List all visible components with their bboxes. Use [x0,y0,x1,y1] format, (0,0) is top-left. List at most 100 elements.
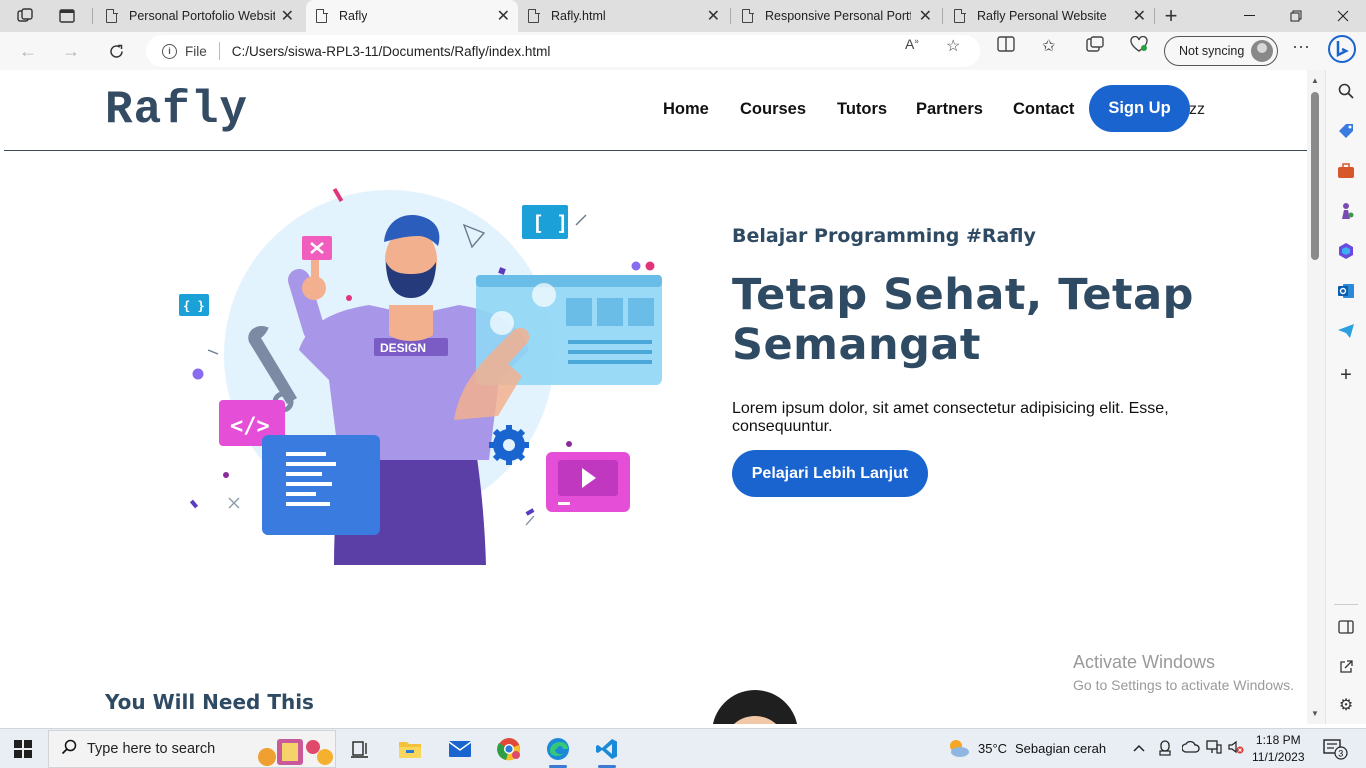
tab-title: Rafly.html [551,9,606,23]
workspaces-icon[interactable] [14,5,36,27]
favorites-icon[interactable]: ✩ [1042,36,1055,56]
close-tab-icon[interactable]: ✕ [919,6,932,26]
meet-now-icon[interactable] [1158,740,1172,759]
close-window-button[interactable] [1320,0,1366,32]
tab-separator [942,8,943,24]
page-icon [106,8,118,23]
shopping-tag-icon[interactable] [1335,120,1357,142]
tab-actions-icon[interactable] [56,5,78,27]
tab-rafly-personal-website[interactable]: Rafly Personal Website ✕ [944,0,1154,32]
browser-essentials-icon[interactable] [1130,35,1148,57]
bing-copilot-icon[interactable] [1328,34,1356,69]
network-icon[interactable] [1206,740,1222,757]
add-sidebar-app-icon[interactable]: + [1335,364,1357,386]
edge-icon[interactable] [543,734,573,768]
refresh-icon[interactable] [104,39,128,63]
settings-gear-icon[interactable]: ⚙ [1335,694,1357,716]
hide-sidebar-icon[interactable] [1335,616,1357,638]
back-icon[interactable]: ← [16,39,40,63]
weather-temperature[interactable]: 35°C [978,741,1007,756]
volume-muted-icon[interactable] [1228,740,1244,757]
taskbar-search-box[interactable]: Type here to search [48,730,336,768]
site-info-icon[interactable]: i [162,43,177,59]
nav-courses[interactable]: Courses [740,100,806,119]
search-icon[interactable] [1335,80,1357,102]
tab-title: Rafly [339,9,368,23]
vpn-cloud-icon[interactable] [1181,740,1200,757]
site-logo[interactable]: Rafly [105,84,248,136]
system-clock[interactable]: 1:18 PM 11/1/2023 [1252,732,1305,766]
open-external-icon[interactable] [1335,656,1357,678]
page-viewport: Rafly Home Courses Tutors Partners Conta… [4,70,1307,724]
tab-title: Personal Portofolio Website [129,9,275,23]
read-aloud-icon[interactable]: A» [905,36,919,52]
microsoft-365-icon[interactable] [1335,240,1357,262]
tab-title: Rafly Personal Website [977,9,1107,23]
split-screen-icon[interactable] [997,36,1015,57]
search-placeholder: Type here to search [87,741,216,757]
scrollbar-thumb[interactable] [1311,92,1319,260]
learn-more-button[interactable]: Pelajari Lebih Lanjut [732,450,928,497]
vscode-icon[interactable] [592,734,622,768]
close-tab-icon[interactable]: ✕ [281,6,294,26]
telegram-send-icon[interactable] [1335,320,1357,342]
developer-illustration: [ ] { } </> DESIGN [179,187,662,565]
scroll-up-icon[interactable]: ▲ [1311,76,1319,85]
chrome-icon[interactable] [494,734,524,764]
start-windows-icon[interactable] [14,740,32,758]
close-tab-icon[interactable]: ✕ [1133,6,1146,26]
profile-avatar [1251,40,1273,62]
profile-sync-button[interactable]: Not syncing [1164,36,1278,66]
tab-title: Responsive Personal Portfolio [765,9,911,23]
nav-partners[interactable]: Partners [916,100,983,119]
svg-text:</>: </> [230,414,270,439]
new-tab-plus-icon[interactable]: + [1160,3,1182,28]
page-icon [528,8,540,23]
minimize-button[interactable] [1227,0,1273,32]
url-text[interactable]: C:/Users/siswa-RPL3-11/Documents/Rafly/i… [232,44,551,59]
hero-kicker: Belajar Programming #Rafly [732,225,1036,247]
signup-button[interactable]: Sign Up [1089,85,1190,132]
favorite-star-icon[interactable]: ☆ [946,36,960,56]
overflow-text: zz [1189,101,1205,118]
clock-time: 1:18 PM [1255,733,1301,747]
collections-icon[interactable] [1086,36,1104,57]
scroll-down-icon[interactable]: ▼ [1311,709,1319,718]
page-scrollbar[interactable]: ▲ ▼ [1307,70,1325,724]
watermark-title: Activate Windows [1073,652,1216,672]
clock-date: 11/1/2023 [1252,750,1305,764]
sidebar-separator [1334,604,1358,605]
weather-sun-cloud-icon[interactable] [946,737,970,762]
weather-description[interactable]: Sebagian cerah [1015,741,1106,756]
forward-icon[interactable]: → [59,39,83,63]
restore-button[interactable] [1273,0,1319,32]
tab-separator [92,8,93,24]
tab-separator [730,8,731,24]
nav-contact[interactable]: Contact [1013,100,1074,119]
close-tab-icon[interactable]: ✕ [707,6,720,26]
file-explorer-icon[interactable] [395,734,425,764]
close-tab-icon[interactable]: ✕ [497,6,510,26]
tab-rafly-html[interactable]: Rafly.html ✕ [518,0,728,32]
nav-tutors[interactable]: Tutors [837,100,887,119]
activate-windows-watermark: Activate Windows Go to Settings to activ… [1073,652,1294,693]
outlook-icon[interactable] [1335,280,1357,302]
more-menu-icon[interactable]: ··· [1292,36,1310,57]
tab-personal-portofolio[interactable]: Personal Portofolio Website ✕ [96,0,302,32]
mail-icon[interactable] [445,734,475,764]
search-highlight-art-icon [258,739,333,766]
notification-center-icon[interactable]: 3 [1322,738,1348,760]
tab-responsive-portfolio[interactable]: Responsive Personal Portfolio ✕ [732,0,940,32]
tools-briefcase-icon[interactable] [1335,160,1357,182]
hero-body-text: Lorem ipsum dolor, sit amet consectetur … [732,400,1169,435]
tab-rafly[interactable]: Rafly ✕ [306,0,518,32]
search-icon [61,739,77,760]
address-divider [218,42,220,60]
section-title: You Will Need This [105,690,314,714]
games-chess-icon[interactable] [1335,200,1357,222]
browser-toolbar: ← → i File C:/Users/siswa-RPL3-11/Docume… [0,32,1366,70]
address-bar[interactable]: i File C:/Users/siswa-RPL3-11/Documents/… [146,35,980,67]
show-hidden-icons-chevron-icon[interactable] [1133,740,1145,755]
nav-home[interactable]: Home [663,100,709,119]
task-view-icon[interactable] [345,734,375,764]
